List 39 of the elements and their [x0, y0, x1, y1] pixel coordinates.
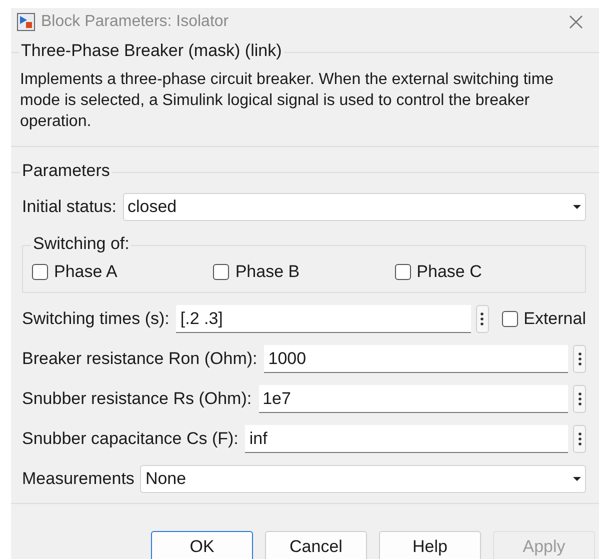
- checkbox-label: Phase A: [54, 262, 118, 282]
- field-label: Snubber resistance Rs (Ohm):: [22, 388, 252, 410]
- input-field[interactable]: 1e7: [258, 385, 568, 413]
- vertical-dots-icon: [480, 312, 484, 326]
- input-field[interactable]: 1000: [264, 345, 568, 373]
- more-options-button[interactable]: [573, 345, 586, 373]
- close-icon[interactable]: [569, 15, 583, 29]
- group-title: Switching of:: [31, 234, 132, 254]
- vertical-dots-icon: [578, 432, 582, 446]
- checkbox-label: External: [524, 309, 586, 329]
- dropdown[interactable]: closed: [122, 193, 586, 221]
- dialog-button[interactable]: Help: [379, 531, 481, 559]
- checkbox[interactable]: [502, 311, 518, 327]
- vertical-dots-icon: [578, 352, 582, 366]
- field-label: Initial status:: [22, 196, 116, 218]
- field-label: Breaker resistance Ron (Ohm):: [22, 348, 258, 370]
- input-field[interactable]: [.2 .3]: [176, 305, 471, 333]
- dropdown[interactable]: None: [140, 465, 586, 493]
- checkbox[interactable]: [394, 264, 411, 280]
- description-text: Implements a three-phase circuit breaker. When the external switching time mode is selected, a Simulink logical signal is used to control the breaker operation.: [20, 70, 555, 132]
- input-field[interactable]: inf: [245, 425, 568, 453]
- field-label: Switching times (s):: [22, 308, 170, 330]
- group-title: Three-Phase Breaker (mask) (link): [19, 41, 284, 61]
- vertical-dots-icon: [578, 392, 582, 406]
- checkbox-label: Phase C: [416, 262, 482, 282]
- more-options-button[interactable]: [573, 385, 586, 413]
- more-options-button[interactable]: [476, 305, 489, 333]
- checkbox-label: Phase B: [235, 262, 300, 282]
- checkbox[interactable]: [213, 264, 230, 280]
- checkbox[interactable]: [32, 264, 48, 280]
- field-label: Snubber capacitance Cs (F):: [22, 428, 238, 450]
- dropdown-arrow-icon: [573, 476, 581, 482]
- window-title: Block Parameters: Isolator: [41, 12, 229, 32]
- more-options-button[interactable]: [573, 425, 586, 453]
- dialog-button[interactable]: Cancel: [265, 531, 367, 559]
- dropdown-arrow-icon: [573, 204, 581, 210]
- app-icon: [17, 13, 35, 31]
- field-label: Measurements: [22, 468, 134, 490]
- dialog-button[interactable]: OK: [151, 531, 253, 559]
